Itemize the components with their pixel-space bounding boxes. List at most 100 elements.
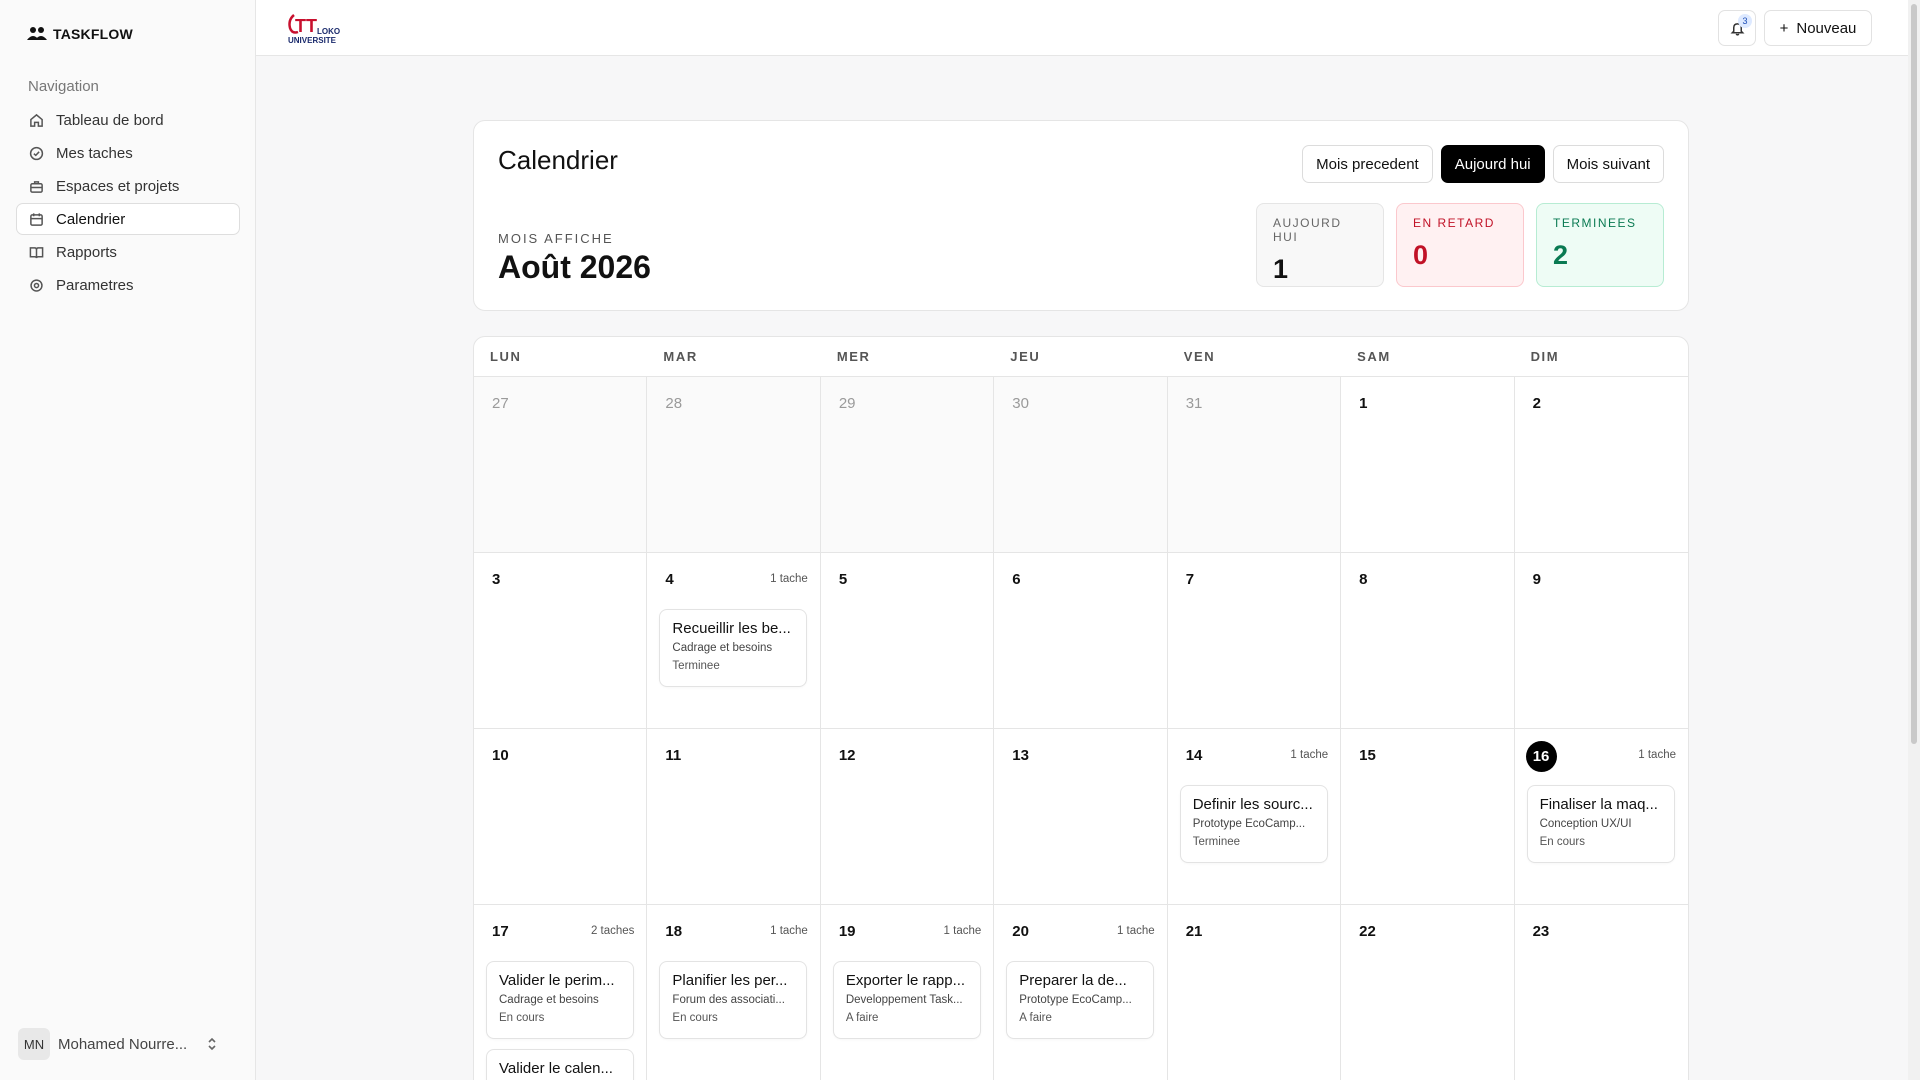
task-status: En cours: [672, 1012, 718, 1024]
day-number: 2: [1532, 395, 1541, 412]
sidebar-item-label: Mes taches: [56, 144, 133, 162]
day-number: 10: [492, 747, 509, 764]
sidebar-item-label: Parametres: [56, 276, 134, 294]
task-card[interactable]: Definir les sourc... Prototype EcoCamp...…: [1179, 785, 1328, 863]
new-button-label: Nouveau: [1796, 19, 1857, 37]
calendar-day[interactable]: 12: [820, 729, 995, 905]
today-day-number: 16: [1525, 741, 1557, 772]
task-title: Definir les sourc...: [1192, 796, 1313, 813]
sidebar-item-label: Espaces et projets: [56, 177, 180, 195]
stat-value: 2: [1553, 240, 1569, 270]
task-title: Recueillir les be...: [672, 620, 791, 637]
calendar-day[interactable]: 30: [994, 377, 1168, 553]
task-status: A faire: [845, 1012, 879, 1024]
task-count: 1 tache: [770, 573, 808, 585]
calendar-day[interactable]: 11: [647, 729, 821, 905]
calendar-day[interactable]: 10: [474, 729, 648, 905]
chevron-updown-icon: [208, 1037, 216, 1051]
page-scrollbar[interactable]: [1908, 0, 1920, 1080]
day-number: 14: [1185, 747, 1203, 764]
calendar-day[interactable]: 1: [1341, 377, 1515, 553]
task-card[interactable]: Preparer la de... Prototype EcoCamp... A f…: [1006, 961, 1155, 1039]
book-icon: [29, 246, 44, 258]
calendar-day[interactable]: 6: [994, 553, 1168, 729]
task-card[interactable]: Exporter le rapp... Developpement Task...…: [832, 961, 981, 1039]
sidebar-item-label: Tableau de bord: [56, 111, 164, 129]
task-project: Forum des associati...: [672, 994, 785, 1006]
day-number: 8: [1359, 571, 1368, 588]
task-card[interactable]: Finaliser la maq... Conception UX/UI En co…: [1526, 785, 1675, 863]
task-card[interactable]: Recueillir les be... Cadrage et besoins Te…: [659, 609, 808, 687]
new-button[interactable]: + Nouveau: [1764, 10, 1872, 46]
next-month-button[interactable]: Mois suivant: [1552, 145, 1664, 183]
sidebar-item-dashboard[interactable]: Tableau de bord: [16, 104, 240, 136]
day-number: 21: [1185, 923, 1203, 940]
calendar-day[interactable]: 8: [1341, 553, 1515, 729]
day-number: 15: [1359, 747, 1376, 764]
calendar-day[interactable]: 23: [1514, 905, 1688, 1080]
settings-icon: [30, 278, 43, 292]
topbar: TT LOKO UNIVERSITE 3 + Nouveau: [256, 0, 1908, 56]
sidebar-item-label: Rapports: [56, 243, 117, 261]
previous-month-button[interactable]: Mois precedent: [1302, 145, 1433, 183]
plus-icon: +: [1779, 19, 1789, 37]
day-number: 3: [492, 571, 501, 588]
calendar-icon: [30, 212, 43, 226]
notification-badge: 3: [1738, 14, 1752, 28]
sidebar-item-calendar[interactable]: Calendrier: [16, 203, 240, 235]
sidebar-item-tasks[interactable]: Mes taches: [16, 137, 240, 169]
task-project: Cadrage et besoins: [672, 642, 773, 654]
today-button[interactable]: Aujourd hui: [1440, 145, 1545, 183]
calendar-day[interactable]: 13: [994, 729, 1168, 905]
calendar-day[interactable]: 28: [647, 377, 821, 553]
svg-text:TT: TT: [295, 16, 317, 36]
day-number: 1: [1359, 395, 1368, 412]
calendar-day[interactable]: 3: [474, 553, 648, 729]
sidebar-item-spaces[interactable]: Espaces et projets: [16, 170, 240, 202]
calendar-day[interactable]: 17 2 taches Valider le perim... Cadrage et …: [474, 905, 648, 1080]
sidebar-item-reports[interactable]: Rapports: [16, 236, 240, 268]
scrollbar-thumb[interactable]: [1911, 4, 1917, 744]
day-number: 22: [1359, 923, 1376, 940]
task-card[interactable]: Valider le calen...: [486, 1049, 634, 1080]
day-number: 11: [665, 747, 682, 764]
calendar-day[interactable]: 15: [1341, 729, 1515, 905]
calendar-day[interactable]: 2: [1514, 377, 1688, 553]
calendar-day[interactable]: 22: [1341, 905, 1515, 1080]
calendar-day[interactable]: 18 1 tache Planifier les per... Forum des a…: [647, 905, 821, 1080]
task-count: 1 tache: [1290, 749, 1329, 761]
calendar-day[interactable]: 5: [820, 553, 995, 729]
task-card[interactable]: Valider le perim... Cadrage et besoins En …: [486, 961, 634, 1039]
sidebar-item-settings[interactable]: Parametres: [16, 269, 240, 301]
calendar-day[interactable]: 29: [820, 377, 995, 553]
nav-list: Tableau de bord Mes taches Espaces et pr…: [16, 104, 240, 302]
calendar-grid: LUN MAR MER JEU VEN SAM DIM 27 28 29 30 31 1 2 3 4 1 ta…: [473, 336, 1689, 1080]
month-label: MOIS AFFICHE: [498, 231, 614, 246]
day-number: 7: [1185, 571, 1195, 588]
calendar-day[interactable]: 19 1 tache Exporter le rapp... Developpemen…: [820, 905, 995, 1080]
day-number: 13: [1012, 747, 1029, 764]
calendar-day[interactable]: 9: [1514, 553, 1688, 729]
avatar: MN: [18, 1028, 50, 1060]
calendar-day[interactable]: 7: [1167, 553, 1342, 729]
day-number: 27: [492, 395, 509, 412]
calendar-day[interactable]: 21: [1167, 905, 1342, 1080]
weekday-header: LUN MAR MER JEU VEN SAM DIM: [474, 337, 1688, 377]
calendar-day[interactable]: 4 1 tache Recueillir les be... Cadrage et b…: [647, 553, 821, 729]
task-count: 1 tache: [1638, 749, 1676, 761]
task-title: Preparer la de...: [1019, 972, 1127, 989]
calendar-day[interactable]: 27: [474, 377, 648, 553]
task-card[interactable]: Planifier les per... Forum des associati.…: [659, 961, 808, 1039]
calendar-day[interactable]: 31: [1167, 377, 1342, 553]
notifications-button[interactable]: 3: [1718, 10, 1756, 46]
nav-title: Navigation: [28, 78, 99, 95]
task-title: Exporter le rapp...: [845, 972, 966, 989]
user-menu[interactable]: MN Mohamed Nourre...: [18, 1028, 238, 1060]
day-number: 17: [492, 923, 509, 940]
calendar-day[interactable]: 16 1 tache Finaliser la maq... Conception U…: [1514, 729, 1688, 905]
calendar-day[interactable]: 20 1 tache Preparer la de... Prototype EcoC…: [994, 905, 1168, 1080]
calendar-day[interactable]: 14 1 tache Definir les sourc... Prototype E…: [1167, 729, 1342, 905]
brand[interactable]: TASKFLOW: [27, 26, 133, 42]
stat-label: TERMINEES: [1553, 216, 1637, 230]
university-logo[interactable]: TT LOKO UNIVERSITE: [286, 12, 348, 46]
